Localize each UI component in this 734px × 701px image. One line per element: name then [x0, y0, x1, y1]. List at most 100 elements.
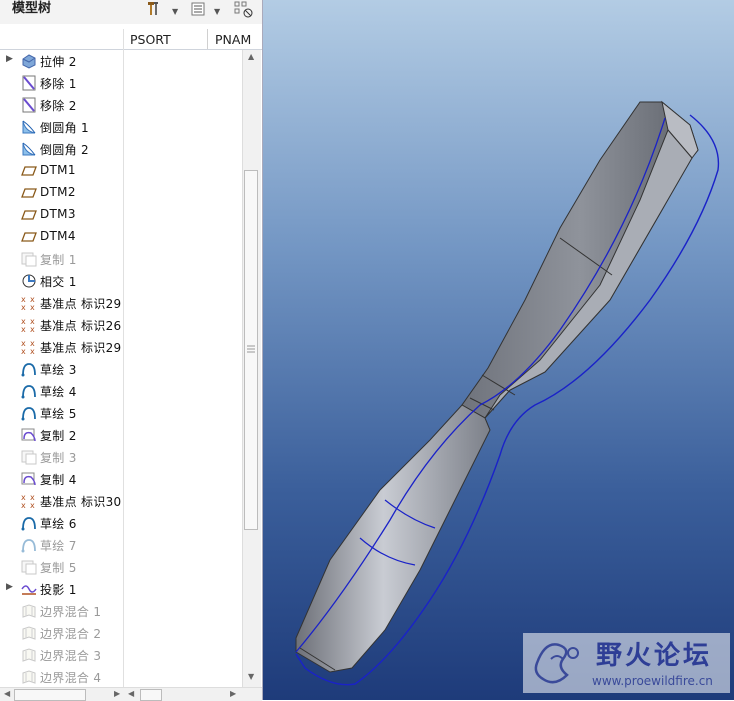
- scroll-down-icon[interactable]: ▼: [248, 672, 254, 681]
- svg-text:x: x: [21, 303, 26, 311]
- watermark: 野火论坛 www.proewildfire.cn: [523, 633, 730, 693]
- horizontal-scroll-thumb[interactable]: [140, 689, 162, 701]
- tree-item[interactable]: ▶ 投影 1: [0, 578, 124, 600]
- tree-filter-icon[interactable]: [234, 1, 254, 24]
- svg-text:x: x: [21, 501, 26, 509]
- expand-arrow-icon[interactable]: ▶: [6, 54, 13, 64]
- tree-item[interactable]: 草绘 5: [0, 402, 124, 424]
- graphics-viewport[interactable]: [263, 0, 734, 700]
- tree-item[interactable]: 边界混合 3: [0, 644, 124, 666]
- tree-item[interactable]: 复制 3: [0, 446, 124, 468]
- scroll-left-icon[interactable]: ◀: [4, 689, 10, 698]
- tree-item[interactable]: 复制 5: [0, 556, 124, 578]
- round-icon: [21, 119, 37, 135]
- tree-item-label: 复制 2: [40, 429, 77, 443]
- datum-plane-icon: [21, 229, 37, 245]
- chevron-down-icon[interactable]: ▼: [214, 4, 220, 20]
- copy-icon: [21, 449, 37, 465]
- tree-item[interactable]: 倒圆角 1: [0, 116, 124, 138]
- remove-icon: [21, 75, 37, 91]
- tree-item-label: 边界混合 4: [40, 671, 102, 685]
- tree-item[interactable]: 草绘 6: [0, 512, 124, 534]
- tree-item[interactable]: x x x x 基准点 标识29: [0, 336, 124, 358]
- boundary-blend-icon: [21, 625, 37, 641]
- watermark-url: www.proewildfire.cn: [592, 674, 713, 688]
- tree-item-label: 倒圆角 2: [40, 143, 89, 157]
- datum-point-icon: xxxx: [21, 295, 37, 312]
- watermark-title: 野火论坛: [596, 641, 713, 671]
- tree-item[interactable]: x x x x 基准点 标识29: [0, 292, 124, 314]
- svg-text:x: x: [30, 347, 35, 355]
- projection-icon: [21, 581, 37, 597]
- copy-curve-icon: [21, 471, 37, 487]
- tree-item-label: 复制 4: [40, 473, 77, 487]
- copy-icon: [21, 559, 37, 575]
- svg-text:x: x: [21, 325, 26, 333]
- tree-item[interactable]: 草绘 7: [0, 534, 124, 556]
- tree-item-label: DTM4: [40, 229, 76, 243]
- tree-item-label: DTM2: [40, 185, 76, 199]
- tree-item[interactable]: x x x x 基准点 标识26: [0, 314, 124, 336]
- tree-item[interactable]: 草绘 3: [0, 358, 124, 380]
- tree-item-label: 草绘 5: [40, 407, 77, 421]
- sketch-icon: [21, 361, 37, 377]
- tree-item[interactable]: 边界混合 4: [0, 666, 124, 688]
- scroll-up-icon[interactable]: ▲: [248, 52, 254, 61]
- tree-item[interactable]: DTM1: [0, 160, 124, 182]
- tree-item[interactable]: DTM2: [0, 182, 124, 204]
- tree-item-label: 复制 1: [40, 253, 77, 267]
- model-tree-panel: 模型树 ▼ ▼ PSORT PNAM ▶ 拉伸 2 移除 1 移除 2 倒圆角 1 倒圆角…: [0, 0, 263, 701]
- datum-point-icon: xxxx: [21, 493, 37, 510]
- tree-item[interactable]: 边界混合 2: [0, 622, 124, 644]
- copy-curve-icon: [21, 427, 37, 443]
- round-icon: [21, 141, 37, 157]
- column-header-psort[interactable]: PSORT: [130, 32, 171, 47]
- show-list-icon[interactable]: [190, 1, 206, 22]
- watermark-logo-icon: [534, 643, 579, 684]
- tree-item-label: 基准点 标识29: [40, 341, 122, 355]
- column-header-pnam[interactable]: PNAM: [215, 32, 251, 47]
- tree-item[interactable]: 倒圆角 2: [0, 138, 124, 160]
- tree-item[interactable]: DTM3: [0, 204, 124, 226]
- settings-tools-icon[interactable]: [147, 1, 163, 22]
- scroll-right-icon[interactable]: ▶: [114, 689, 120, 698]
- horizontal-scrollbar[interactable]: ◀ ▶ ◀ ▶: [0, 687, 262, 701]
- model-3d-view[interactable]: [263, 0, 734, 700]
- grip-icon: [247, 345, 255, 353]
- chevron-down-icon[interactable]: ▼: [172, 4, 178, 20]
- boundary-blend-icon: [21, 603, 37, 619]
- extrude-icon: [21, 53, 37, 69]
- tree-item-label: DTM3: [40, 207, 76, 221]
- tree-item[interactable]: 草绘 4: [0, 380, 124, 402]
- tree-item-label: 基准点 标识29: [40, 297, 122, 311]
- tree-item[interactable]: 复制 2: [0, 424, 124, 446]
- scroll-right-icon[interactable]: ▶: [230, 689, 236, 698]
- horizontal-scroll-thumb[interactable]: [14, 689, 86, 701]
- svg-text:x: x: [30, 303, 35, 311]
- expand-arrow-icon[interactable]: ▶: [6, 582, 13, 592]
- remove-icon: [21, 97, 37, 113]
- handle-surface: [295, 404, 491, 673]
- tree-item[interactable]: 复制 1: [0, 248, 124, 270]
- tree-item-label: 拉伸 2: [40, 55, 77, 69]
- vertical-scroll-thumb[interactable]: [244, 170, 258, 530]
- tree-item-label: 草绘 6: [40, 517, 77, 531]
- tree-item-label: 基准点 标识26: [40, 319, 122, 333]
- tree-item[interactable]: 边界混合 1: [0, 600, 124, 622]
- tree-item[interactable]: DTM4: [0, 226, 124, 248]
- datum-point-icon: xxxx: [21, 339, 37, 356]
- copy-icon: [21, 251, 37, 267]
- tree-item[interactable]: 相交 1: [0, 270, 124, 292]
- tree-item[interactable]: 复制 4: [0, 468, 124, 490]
- tree-item[interactable]: x x x x 基准点 标识30: [0, 490, 124, 512]
- tree-item-label: 基准点 标识30: [40, 495, 122, 509]
- tree-item-label: 复制 3: [40, 451, 77, 465]
- column-header-row: PSORT PNAM: [0, 29, 262, 50]
- tree-item-label: 边界混合 2: [40, 627, 102, 641]
- scroll-left-icon[interactable]: ◀: [128, 689, 134, 698]
- tree-item[interactable]: 移除 2: [0, 94, 124, 116]
- datum-plane-icon: [21, 185, 37, 201]
- tree-item[interactable]: 移除 1: [0, 72, 124, 94]
- boundary-blend-icon: [21, 647, 37, 663]
- tree-item[interactable]: ▶ 拉伸 2: [0, 50, 124, 72]
